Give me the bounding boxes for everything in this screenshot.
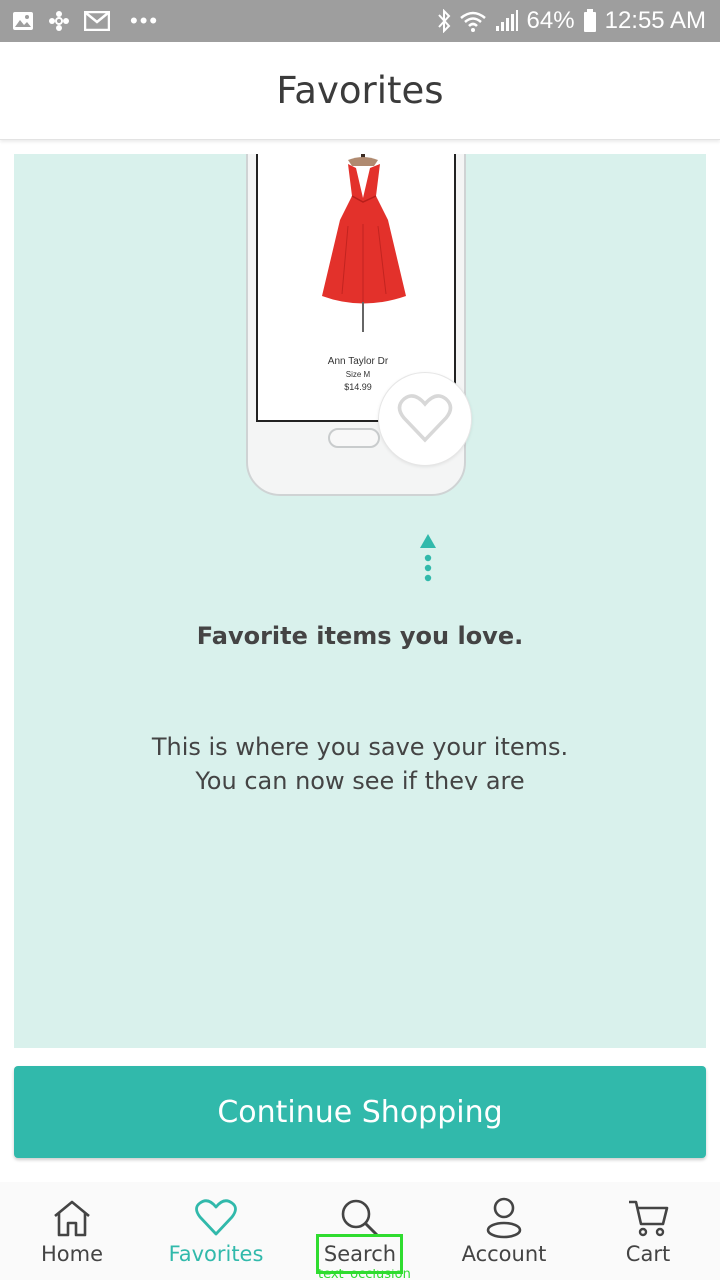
occlusion-tag-label: text_occlusion: [318, 1269, 411, 1280]
home-icon: [50, 1196, 94, 1240]
nav-home-label: Home: [40, 1242, 103, 1266]
status-right-icons: 64% 12:55 AM: [437, 0, 706, 42]
nav-favorites[interactable]: Favorites: [144, 1182, 288, 1280]
promo-headline: Favorite items you love.: [196, 622, 524, 650]
red-dress-image: [322, 154, 406, 332]
page-title: Favorites: [276, 69, 444, 112]
more-dots-icon: •••: [130, 8, 160, 33]
nav-account[interactable]: Account: [432, 1182, 576, 1280]
product-name: Ann Taylor Dr: [327, 356, 389, 367]
account-icon: [482, 1196, 526, 1240]
signal-icon: [495, 10, 519, 32]
wifi-icon: [459, 10, 487, 32]
battery-icon: [583, 9, 597, 33]
gmail-icon: [84, 11, 110, 31]
status-bar: ••• 64% 12:55 AM: [0, 0, 720, 42]
bluetooth-icon: [437, 9, 451, 33]
promo-body-line-1: This is where you save your items.: [151, 733, 569, 761]
promo-body: This is where you save your items. You c…: [14, 730, 706, 790]
swipe-up-arrow-icon: [420, 534, 436, 582]
cart-icon: [626, 1196, 670, 1240]
battery-percent: 64%: [526, 7, 575, 34]
favorite-heart-bubble: [378, 372, 472, 466]
app-header: Favorites: [0, 42, 720, 140]
continue-shopping-button[interactable]: Continue Shopping: [14, 1066, 706, 1158]
nav-cart-label: Cart: [625, 1242, 671, 1266]
nav-home[interactable]: Home: [0, 1182, 144, 1280]
nav-account-label: Account: [461, 1242, 547, 1266]
heart-icon: [194, 1196, 238, 1240]
status-time: 12:55 AM: [604, 7, 706, 34]
favorites-empty-state-card: Ann Taylor Dr Size M $14.99 Favorite ite…: [14, 154, 706, 1048]
nav-cart[interactable]: Cart: [576, 1182, 720, 1280]
gallery-icon: [12, 11, 34, 31]
phone-home-button: [328, 428, 380, 448]
nav-favorites-label: Favorites: [168, 1242, 264, 1266]
heart-outline-icon: [397, 394, 453, 443]
promo-body-line-2: You can now see if they are: [195, 767, 525, 790]
search-highlight-box: [316, 1234, 403, 1274]
status-left-icons: •••: [12, 0, 159, 42]
pinwheel-icon: [48, 10, 70, 32]
